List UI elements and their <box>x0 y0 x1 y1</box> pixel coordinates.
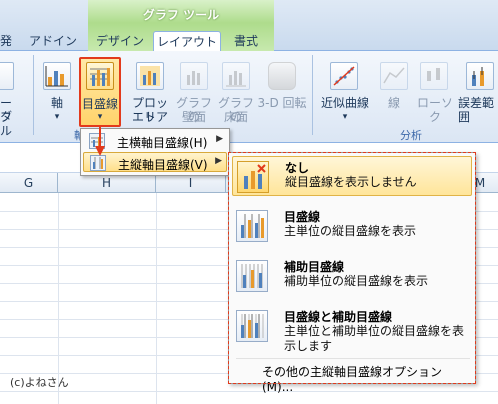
analysis-group-label: 分析 <box>400 129 422 142</box>
chevron-down-icon: ▾ <box>97 112 103 122</box>
credit-text: (c)よねさん <box>10 376 69 389</box>
tab-layout[interactable]: レイアウト <box>153 31 221 52</box>
more-options-label: その他の主縦軸目盛線オプション(M)... <box>262 365 443 394</box>
data-table-label-2[interactable]: ブル <box>0 110 22 138</box>
gridlines-label: 目盛線 <box>81 97 118 111</box>
option-description: 補助単位の縦目盛線を表示 <box>284 274 429 288</box>
up-down-bars-button[interactable]: ローソク <box>412 96 458 124</box>
plot-area-icon <box>136 62 164 90</box>
chart-floor-label-2[interactable]: 床面 <box>214 110 258 124</box>
major-minor-gridlines-icon <box>236 310 268 342</box>
trendline-button[interactable]: 近似曲線 <box>318 96 372 110</box>
more-gridline-options[interactable]: その他の主縦軸目盛線オプション(M)... <box>232 361 472 394</box>
plot-area-label-2[interactable]: エリア <box>128 110 172 124</box>
lines-icon <box>380 62 408 90</box>
option-title: 目盛線 <box>284 210 321 224</box>
chart-floor-icon <box>222 62 250 90</box>
option-title: 補助目盛線 <box>284 260 345 274</box>
pointer-arrow-icon <box>94 126 106 160</box>
tab-format[interactable]: 書式 <box>226 31 266 51</box>
axes-button[interactable]: 軸 <box>42 96 72 110</box>
column-header-h[interactable]: H <box>58 173 156 193</box>
menu-item-label: 主横軸目盛線(H) <box>117 136 208 150</box>
column-header-i[interactable]: I <box>156 173 226 193</box>
gridline <box>58 193 59 404</box>
error-bars-button[interactable]: 誤差範囲 <box>458 96 498 124</box>
no-gridlines-icon <box>237 161 269 193</box>
option-description: 縦目盛線を表示しません <box>285 175 417 189</box>
option-major-gridlines[interactable]: 目盛線 主単位の縦目盛線を表示 <box>232 206 472 246</box>
tab-addins[interactable]: アドイン <box>28 31 78 51</box>
submenu-arrow-icon: ▶ <box>215 156 222 166</box>
tab-developer[interactable]: 発 <box>0 31 12 51</box>
option-description: 主単位と補助単位の縦目盛線を表示します <box>284 324 465 353</box>
data-table-icon <box>0 62 14 90</box>
option-description: 主単位の縦目盛線を表示 <box>284 224 417 238</box>
tab-design[interactable]: デザイン <box>92 31 148 51</box>
option-none[interactable]: なし 縦目盛線を表示しません <box>232 156 472 196</box>
menu-separator <box>236 358 470 359</box>
option-minor-gridlines[interactable]: 補助目盛線 補助単位の縦目盛線を表示 <box>232 256 472 296</box>
rotation-3d-icon <box>268 62 296 90</box>
lines-button[interactable]: 線 <box>380 96 408 110</box>
gridline <box>156 193 157 404</box>
major-gridlines-icon <box>236 210 268 242</box>
chevron-down-icon: ▾ <box>54 112 60 122</box>
rotation-3d-button[interactable]: 3-D 回転 <box>256 96 308 110</box>
option-title: 目盛線と補助目盛線 <box>284 310 393 324</box>
menu-item-label: 主縦軸目盛線(V) <box>118 158 208 172</box>
up-down-bars-icon <box>420 62 448 90</box>
gridlines-button[interactable]: 目盛線 ▾ <box>79 57 121 127</box>
chevron-down-icon: ▾ <box>342 112 348 122</box>
chart-wall-label-2[interactable]: 壁面 <box>172 110 216 124</box>
group-divider <box>312 55 313 135</box>
chart-wall-icon <box>180 62 208 90</box>
option-major-and-minor-gridlines[interactable]: 目盛線と補助目盛線 主単位と補助単位の縦目盛線を表示します <box>232 306 472 356</box>
group-divider <box>33 55 34 135</box>
axes-icon <box>43 62 71 90</box>
error-bars-icon <box>466 62 494 90</box>
trendline-icon <box>330 62 358 90</box>
chart-tools-label: グラフ ツール <box>142 8 220 22</box>
gridlines-icon <box>86 62 114 90</box>
submenu-arrow-icon: ▶ <box>216 134 223 144</box>
option-title: なし <box>285 161 310 175</box>
column-header-g[interactable]: G <box>0 173 58 193</box>
minor-gridlines-icon <box>236 260 268 292</box>
